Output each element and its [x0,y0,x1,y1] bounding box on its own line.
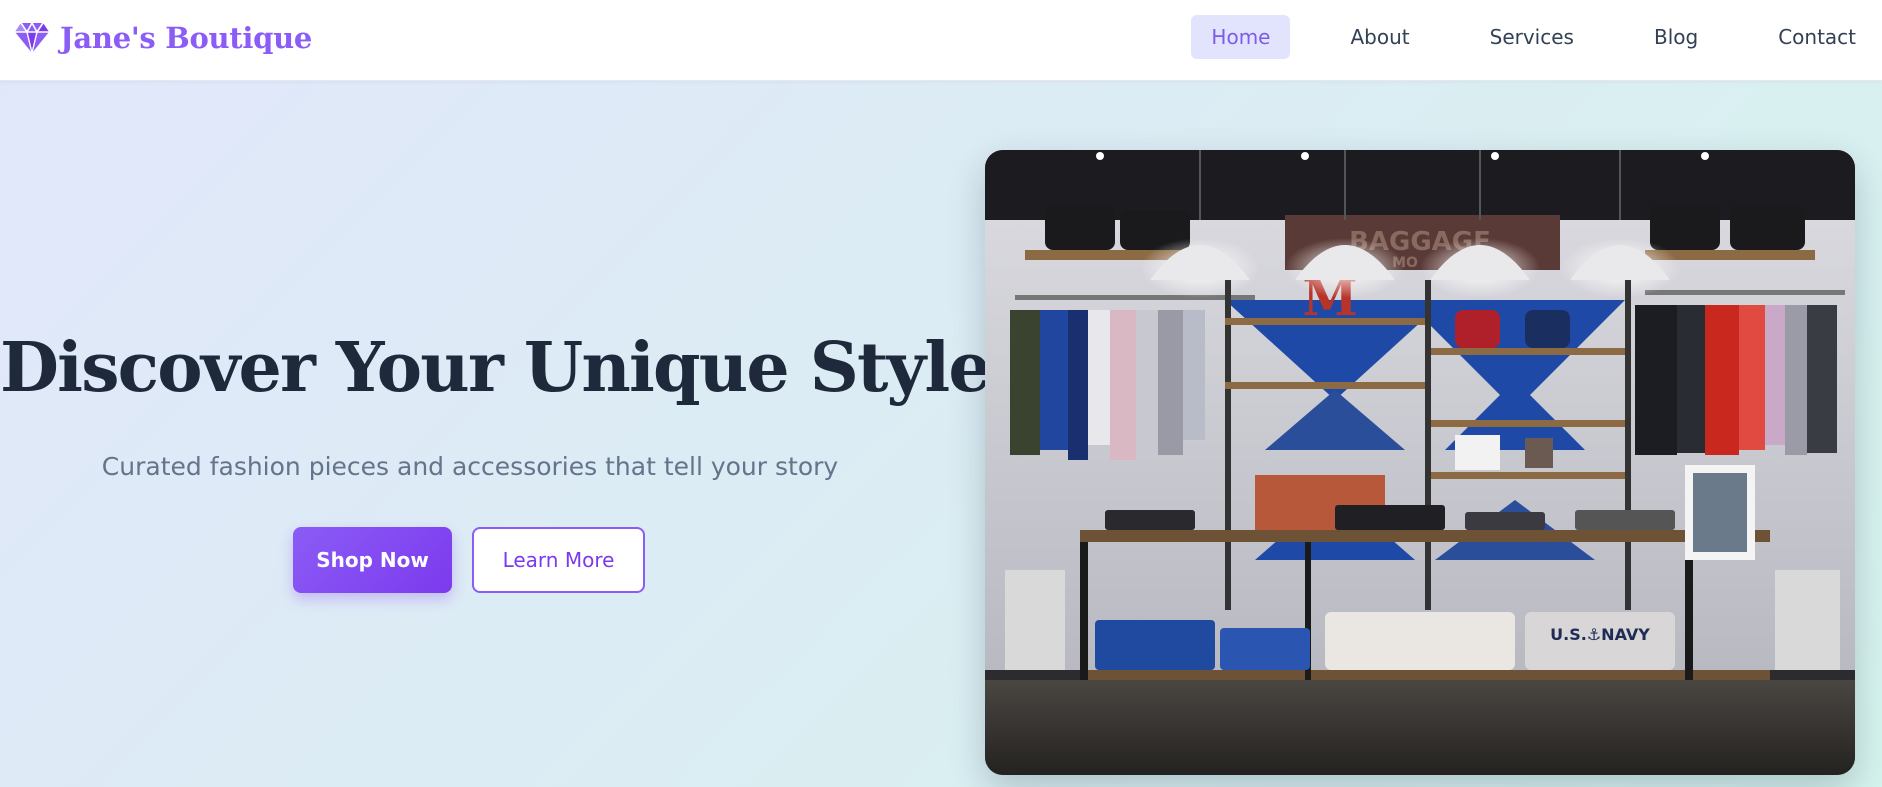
nav-item-home[interactable]: Home [1191,15,1291,59]
nav-item-blog[interactable]: Blog [1634,15,1718,59]
brand-name: Jane's Boutique [60,21,313,55]
learn-more-button[interactable]: Learn More [472,527,645,593]
navbar: Jane's Boutique Home About Services Blog… [0,0,1882,81]
navy-shirt-text: U.S.⚓NAVY [1550,625,1650,644]
brand-logo[interactable]: Jane's Boutique [14,18,312,58]
boutique-store-image: BAGGAGE MO M U.S.⚓NAVY [985,150,1855,775]
nav-item-contact[interactable]: Contact [1758,15,1882,59]
hero-subtitle: Curated fashion pieces and accessories t… [101,452,839,481]
shop-now-button[interactable]: Shop Now [293,527,452,593]
hero-title: Discover Your Unique Style [0,328,992,408]
gem-icon [14,21,50,55]
nav-item-about[interactable]: About [1330,15,1429,59]
nav-item-services[interactable]: Services [1470,15,1594,59]
main-nav: Home About Services Blog Contact [1191,15,1882,59]
